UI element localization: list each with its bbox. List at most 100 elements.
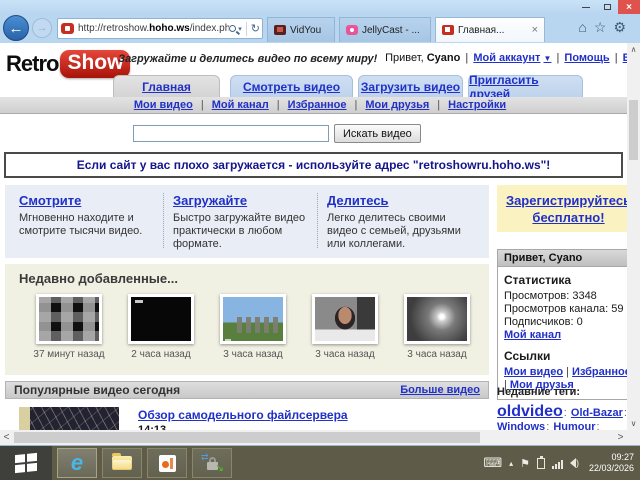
browser-tab-jellycast[interactable]: JellyCast - ...	[339, 17, 431, 42]
subnav-favorites[interactable]: Избранное	[288, 99, 347, 111]
video-thumbnail[interactable]	[220, 294, 286, 344]
battery-icon[interactable]	[537, 458, 545, 469]
video-item[interactable]: 3 часа назад	[391, 294, 483, 360]
action-center-flag-icon[interactable]: ⚑	[520, 457, 530, 470]
restore-button[interactable]	[597, 0, 617, 14]
search-icon[interactable]	[229, 25, 236, 32]
vertical-scrollbar[interactable]: ∧ ∨	[627, 43, 640, 430]
tab-home[interactable]: Главная	[113, 75, 220, 97]
upload-text: Быстро загружайте видео практически в лю…	[173, 212, 315, 251]
my-channel-link[interactable]: Мой канал	[504, 329, 561, 341]
taskbar-explorer-button[interactable]	[102, 448, 142, 478]
back-button[interactable]: ←	[3, 15, 29, 41]
video-time: 3 часа назад	[299, 349, 391, 360]
scroll-down-icon[interactable]: ∨	[627, 417, 640, 430]
tab-label: Главная...	[458, 25, 504, 36]
touch-keyboard-icon[interactable]: ⌨	[483, 455, 502, 471]
media-app-icon	[159, 455, 176, 472]
tab-watch-videos[interactable]: Смотреть видео	[230, 75, 353, 97]
taskbar: e ⇄ ↘ ⌨ ▴ ⚑ ) 09:27 22/03/2026	[0, 446, 640, 480]
scroll-up-icon[interactable]: ∧	[627, 43, 640, 56]
video-item[interactable]: 37 минут назад	[23, 294, 115, 360]
site-tagline: Загружайте и делитесь видео по всему мир…	[118, 53, 377, 65]
subnav-settings[interactable]: Настройки	[448, 99, 506, 111]
video-thumbnail[interactable]	[36, 294, 102, 344]
video-thumbnail[interactable]	[312, 294, 378, 344]
home-icon[interactable]: ⌂	[578, 19, 586, 36]
subnav-my-videos[interactable]: Мои видео	[134, 99, 193, 111]
address-bar[interactable]: http://retroshow.hoho.ws/index.php ▾ ↻	[57, 18, 263, 39]
tab-label: VidYou	[290, 25, 321, 36]
horizontal-scrollbar[interactable]: < >	[0, 430, 627, 445]
more-videos-link[interactable]: Больше видео	[400, 384, 480, 396]
my-account-link[interactable]: Мой аккаунт	[473, 52, 540, 64]
recently-added-title: Недавно добавленные...	[19, 271, 178, 286]
page-viewport: Retro Show Загружайте и делитесь видео п…	[0, 43, 640, 445]
tab-favicon-icon	[442, 25, 454, 35]
browser-tab-vidyou[interactable]: VidYou	[267, 17, 335, 42]
features-section: Смотрите Мгновенно находите и смотрите т…	[5, 185, 489, 258]
links-favorites[interactable]: Избранное	[572, 366, 631, 378]
start-button[interactable]	[0, 446, 52, 480]
tab-close-icon[interactable]: ×	[528, 24, 538, 36]
horizontal-scroll-thumb[interactable]	[14, 432, 480, 443]
sub-navigation: Мои видео| Мой канал| Избранное| Мои дру…	[0, 97, 640, 114]
refresh-icon[interactable]: ↻	[251, 22, 260, 35]
forward-button[interactable]: →	[32, 18, 52, 38]
user-bar: Привет, Cyano | Мой аккаунт ▼ | Помощь |…	[352, 52, 640, 64]
search-input[interactable]	[133, 125, 329, 142]
chevron-down-icon[interactable]: ▾	[238, 25, 242, 33]
browser-tab-active[interactable]: Главная... ×	[435, 17, 545, 42]
tag-link[interactable]: oldvideo	[497, 403, 563, 420]
subnav-my-channel[interactable]: Мой канал	[212, 99, 269, 111]
vertical-scroll-thumb[interactable]	[629, 100, 638, 160]
logo-text-retro: Retro	[6, 51, 58, 77]
stat-views: Просмотров: 3348	[504, 290, 632, 302]
links-my-videos[interactable]: Мои видео	[504, 366, 563, 378]
browser-toolbar: ← → http://retroshow.hoho.ws/index.php ▾…	[0, 14, 640, 43]
speaker-icon[interactable]: )	[570, 458, 579, 468]
popular-video-title[interactable]: Обзор самодельного файлсервера	[138, 408, 348, 422]
minimize-button[interactable]	[576, 0, 596, 14]
tab-invite-friends[interactable]: Пригласить друзей	[468, 75, 583, 97]
share-link[interactable]: Делитесь	[327, 193, 389, 208]
video-thumbnail[interactable]	[404, 294, 470, 344]
user-stats-box: Привет, Cyano Статистика Просмотров: 334…	[497, 249, 639, 400]
watch-text: Мгновенно находите и смотрите тысячи вид…	[19, 212, 161, 238]
scroll-right-icon[interactable]: >	[614, 430, 627, 445]
watch-link[interactable]: Смотрите	[19, 193, 81, 208]
close-button[interactable]: ×	[618, 0, 640, 14]
video-thumbnail[interactable]	[128, 294, 194, 344]
show-hidden-icons[interactable]: ▴	[509, 459, 513, 468]
url-text[interactable]: http://retroshow.hoho.ws/index.php	[78, 23, 229, 34]
taskbar-security-app-button[interactable]: ⇄ ↘	[192, 448, 232, 478]
scroll-left-icon[interactable]: <	[0, 430, 13, 445]
video-time: 3 часа назад	[207, 349, 299, 360]
taskbar-ie-button[interactable]: e	[57, 448, 97, 478]
tab-upload-video[interactable]: Загрузить видео	[358, 75, 463, 97]
video-item[interactable]: 2 часа назад	[115, 294, 207, 360]
video-item[interactable]: 3 часа назад	[299, 294, 391, 360]
username: Cyano	[427, 52, 461, 64]
favorites-star-icon[interactable]: ☆	[594, 19, 607, 36]
taskbar-clock[interactable]: 09:27 22/03/2026	[586, 452, 638, 474]
taskbar-media-app-button[interactable]	[147, 448, 187, 478]
windows-logo-icon	[15, 453, 37, 473]
gear-icon[interactable]: ⚙	[613, 19, 626, 36]
recently-added-section: Недавно добавленные... 37 минут назад 2 …	[5, 264, 489, 375]
stats-header: Привет, Cyano	[498, 250, 638, 267]
greeting-text: Привет,	[385, 52, 424, 64]
search-video-button[interactable]: Искать видео	[334, 124, 421, 143]
help-link[interactable]: Помощь	[564, 52, 609, 64]
register-free-box[interactable]: Зарегистрируйтесь бесплатно!	[497, 185, 640, 232]
video-time: 3 часа назад	[391, 349, 483, 360]
upload-link[interactable]: Загружайте	[173, 193, 247, 208]
video-item[interactable]: 3 часа назад	[207, 294, 299, 360]
subnav-my-friends[interactable]: Мои друзья	[365, 99, 429, 111]
network-signal-icon[interactable]	[552, 458, 563, 469]
tab-favicon-icon	[274, 25, 286, 35]
tag-link[interactable]: Old-Bazar	[571, 407, 623, 419]
site-logo[interactable]: Retro Show	[6, 50, 130, 78]
account-caret-icon[interactable]: ▼	[544, 54, 552, 63]
search-row: Искать видео	[0, 115, 640, 151]
